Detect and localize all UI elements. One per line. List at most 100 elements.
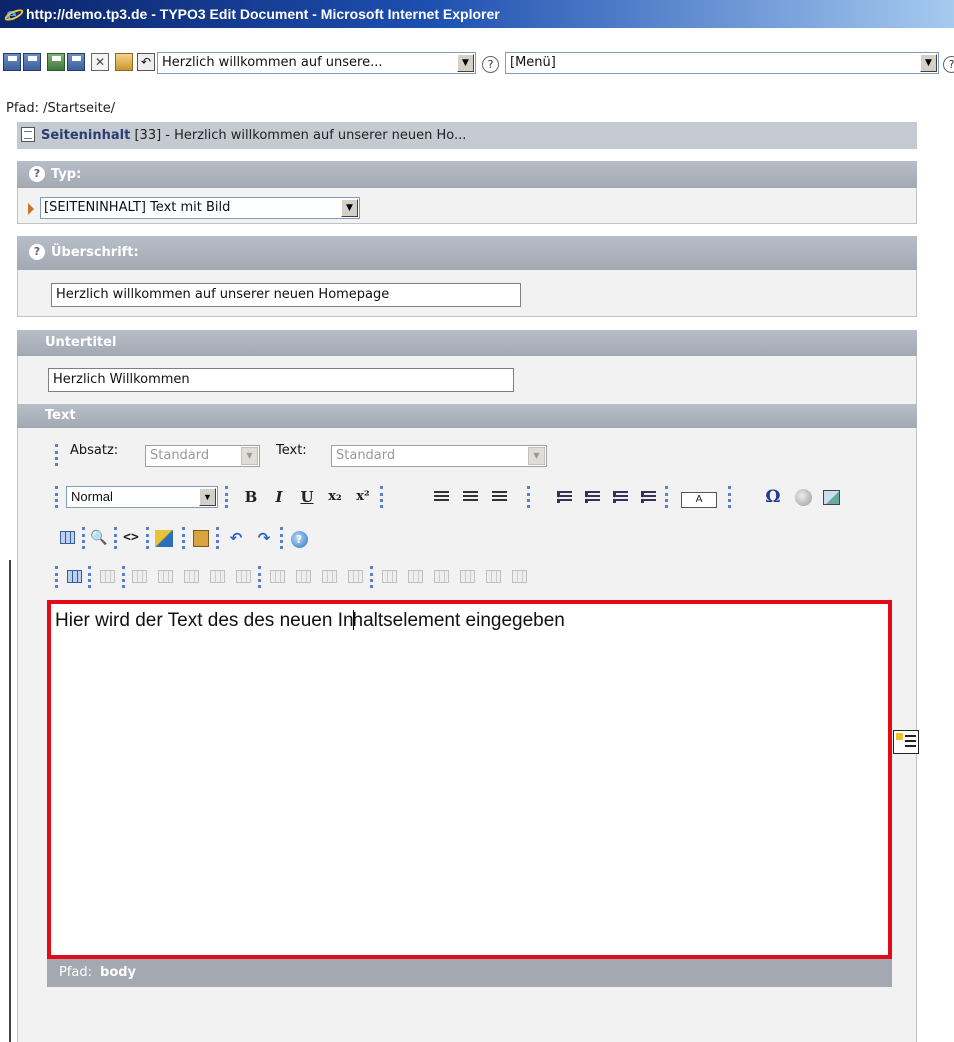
cell-icon: [381, 570, 397, 583]
help-icon[interactable]: ?: [29, 166, 45, 182]
editor-text-before-caret: Hier wird der Text des des neuen In: [55, 610, 354, 631]
row-merge-button[interactable]: [232, 566, 254, 588]
row-properties-button[interactable]: [96, 566, 118, 588]
editor-status-bar: Pfad: body: [47, 959, 892, 987]
help-icon[interactable]: ?: [29, 244, 45, 260]
menu-select[interactable]: [Menü] ▼: [505, 52, 939, 74]
indent-button[interactable]: [637, 486, 659, 508]
toolbar-separator: [114, 527, 117, 549]
toolbar-separator: [728, 486, 731, 508]
help-icon[interactable]: ?: [943, 56, 954, 73]
cell-merge-button[interactable]: [482, 566, 504, 588]
content-type-label: Seiteninhalt: [41, 128, 131, 143]
toolbar-separator: [88, 566, 91, 588]
unordered-list-icon: [584, 491, 600, 503]
delete-icon[interactable]: [115, 53, 133, 71]
cell-insert-icon: [407, 570, 423, 583]
subscript-button[interactable]: x₂: [324, 486, 346, 508]
toolbar-separator: [225, 486, 228, 508]
rich-text-editor[interactable]: Hier wird der Text des des neuen Inhalts…: [47, 600, 892, 959]
paste-button[interactable]: [190, 527, 212, 549]
typ-select[interactable]: [SEITENINHALT] Text mit Bild ▼: [40, 197, 360, 219]
redo-button[interactable]: ↷: [253, 527, 275, 549]
untertitel-input[interactable]: Herzlich Willkommen: [48, 368, 514, 392]
col-delete-button[interactable]: [318, 566, 340, 588]
cell-insert-before-button[interactable]: [404, 566, 426, 588]
row-merge-icon: [235, 570, 251, 583]
cell-delete-icon: [459, 570, 475, 583]
text-color-button[interactable]: A: [675, 486, 723, 508]
text-color-swatch: A: [681, 492, 717, 508]
align-center-button[interactable]: [459, 486, 481, 508]
cell-split-button[interactable]: [508, 566, 530, 588]
row-insert-above-button[interactable]: [128, 566, 150, 588]
toolbar-separator: [82, 527, 85, 549]
text-style-label: Text:: [276, 443, 307, 458]
cell-insert-after-button[interactable]: [430, 566, 452, 588]
find-button[interactable]: 🔍: [88, 527, 110, 549]
cell-split-icon: [511, 570, 527, 583]
help-icon: ?: [290, 531, 308, 548]
column-delete-icon: [321, 570, 337, 583]
insert-image-button[interactable]: [820, 486, 842, 508]
cell-merge-icon: [485, 570, 501, 583]
table-row-icon: [99, 570, 115, 583]
save-icon[interactable]: [3, 53, 21, 71]
align-left-button[interactable]: [430, 486, 452, 508]
absatz-select[interactable]: Standard ▼: [145, 445, 260, 467]
chevron-down-icon: ▼: [528, 447, 545, 465]
menu-select-value: [Menü]: [510, 55, 556, 70]
insert-table-button[interactable]: [56, 527, 78, 549]
col-insert-after-button[interactable]: [292, 566, 314, 588]
fullscreen-editor-icon[interactable]: [893, 730, 919, 754]
editor-content[interactable]: Hier wird der Text des des neuen Inhalts…: [55, 610, 565, 632]
align-right-icon: [491, 491, 507, 503]
chevron-down-icon: ▼: [341, 199, 358, 217]
close-icon[interactable]: ✕: [91, 53, 109, 71]
help-icon[interactable]: ?: [482, 56, 499, 73]
block-style-select[interactable]: Normal ▼: [66, 486, 218, 508]
toolbar-separator: [280, 527, 283, 549]
chevron-down-icon: ▼: [457, 54, 474, 72]
unordered-list-button[interactable]: [581, 486, 603, 508]
undo-icon[interactable]: ↶: [137, 53, 155, 71]
superscript-button[interactable]: x²: [352, 486, 374, 508]
ordered-list-button[interactable]: [553, 486, 575, 508]
toolbar-separator: [527, 486, 530, 508]
row-split-button[interactable]: [206, 566, 228, 588]
status-path-value[interactable]: body: [100, 965, 136, 980]
special-char-button[interactable]: Ω: [762, 486, 784, 508]
save-and-close-icon[interactable]: [67, 53, 85, 71]
internet-explorer-icon: e: [3, 4, 25, 25]
record-select[interactable]: Herzlich willkommen auf unsere... ▼: [157, 52, 476, 74]
col-split-button[interactable]: [344, 566, 366, 588]
html-source-button[interactable]: <>: [120, 527, 142, 549]
ueberschrift-input[interactable]: Herzlich willkommen auf unserer neuen Ho…: [51, 283, 521, 307]
editor-text-after-caret: haltselement eingegeben: [352, 610, 565, 631]
toolbar-separator: [122, 566, 125, 588]
text-style-select[interactable]: Standard ▼: [331, 445, 547, 467]
undo-button[interactable]: ↶: [225, 527, 247, 549]
bold-button[interactable]: B: [240, 486, 262, 508]
align-right-button[interactable]: [488, 486, 510, 508]
paste-icon: [193, 530, 209, 547]
italic-button[interactable]: I: [268, 486, 290, 508]
chevron-down-icon: ▼: [920, 54, 937, 72]
cell-properties-button[interactable]: [378, 566, 400, 588]
row-delete-button[interactable]: [180, 566, 202, 588]
highlight-button[interactable]: [153, 527, 175, 549]
save-and-view-icon[interactable]: [23, 53, 41, 71]
row-split-icon: [209, 570, 225, 583]
outdent-button[interactable]: [609, 486, 631, 508]
help-button[interactable]: ?: [288, 527, 310, 549]
cell-delete-button[interactable]: [456, 566, 478, 588]
row-insert-below-button[interactable]: [154, 566, 176, 588]
save-and-new-icon[interactable]: [47, 53, 65, 71]
insert-link-button[interactable]: [792, 486, 814, 508]
col-insert-before-button[interactable]: [266, 566, 288, 588]
underline-button[interactable]: U: [296, 486, 318, 508]
table-properties-button[interactable]: [63, 566, 85, 588]
text-header: Text: [17, 404, 917, 428]
text-style-select-value: Standard: [336, 448, 396, 463]
document-icon: [21, 127, 35, 142]
